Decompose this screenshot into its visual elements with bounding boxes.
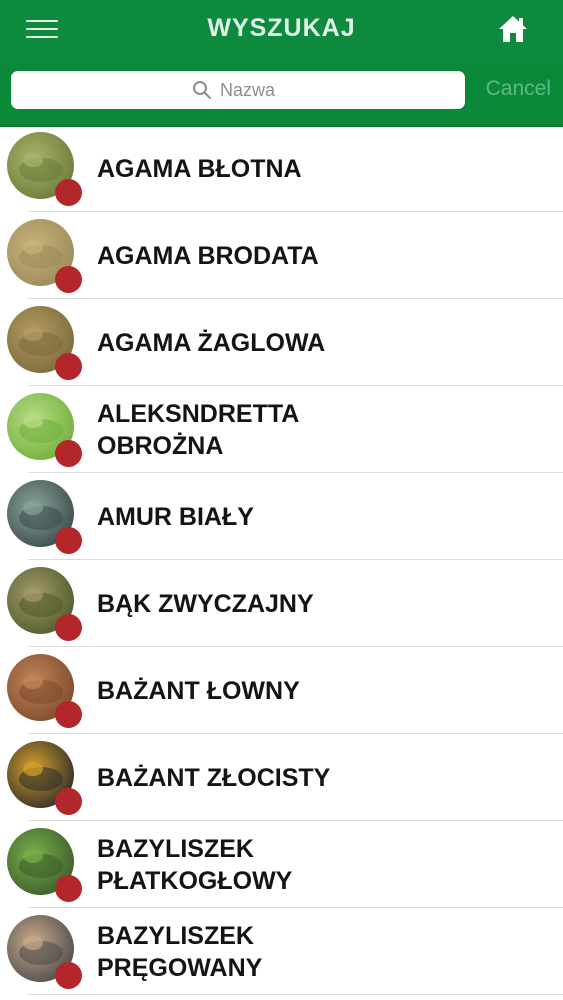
species-name: AGAMA ŻAGLOWA [97,328,326,357]
species-name: BAZYLISZEK PŁATKOGŁOWY [97,834,293,895]
search-field[interactable] [11,71,465,109]
list-item[interactable]: AGAMA ŻAGLOWA [0,299,563,386]
species-name: BAZYLISZEK PRĘGOWANY [97,921,263,982]
status-dot [55,701,82,728]
list-item[interactable]: AGAMA BRODATA [0,212,563,299]
species-name: BAŻANT ZŁOCISTY [97,763,331,792]
status-dot [55,440,82,467]
status-dot [55,527,82,554]
species-name: AGAMA BRODATA [97,241,319,270]
status-dot [55,788,82,815]
status-dot [55,266,82,293]
list-item[interactable]: BAŻANT ZŁOCISTY [0,734,563,821]
status-dot [55,353,82,380]
search-input[interactable] [220,79,284,101]
species-name: AMUR BIAŁY [97,502,254,531]
list-item[interactable]: ALEKSNDRETTA OBROŻNA [0,386,563,473]
list-item[interactable]: BAZYLISZEK PŁATKOGŁOWY [0,821,563,908]
status-dot [55,614,82,641]
status-dot [55,875,82,902]
status-dot [55,179,82,206]
species-name: BĄK ZWYCZAJNY [97,589,314,618]
species-name: ALEKSNDRETTA OBROŻNA [97,399,300,460]
home-icon[interactable] [497,14,529,44]
app-header: WYSZUKAJ [0,0,563,62]
status-dot [55,962,82,989]
search-bar: Cancel [0,62,563,127]
species-list: AGAMA BŁOTNA AGAMA BRODATA AGAMA ŻAGLOWA AL… [0,125,563,995]
page-title: WYSZUKAJ [207,14,356,42]
species-name: BAŻANT ŁOWNY [97,676,300,705]
list-item[interactable]: BĄK ZWYCZAJNY [0,560,563,647]
list-item[interactable]: BAŻANT ŁOWNY [0,647,563,734]
list-item[interactable]: AGAMA BŁOTNA [0,125,563,212]
list-item[interactable]: AMUR BIAŁY [0,473,563,560]
list-item[interactable]: BAZYLISZEK PRĘGOWANY [0,908,563,995]
search-icon [193,81,211,99]
cancel-button[interactable]: Cancel [486,77,551,101]
species-name: AGAMA BŁOTNA [97,154,302,183]
